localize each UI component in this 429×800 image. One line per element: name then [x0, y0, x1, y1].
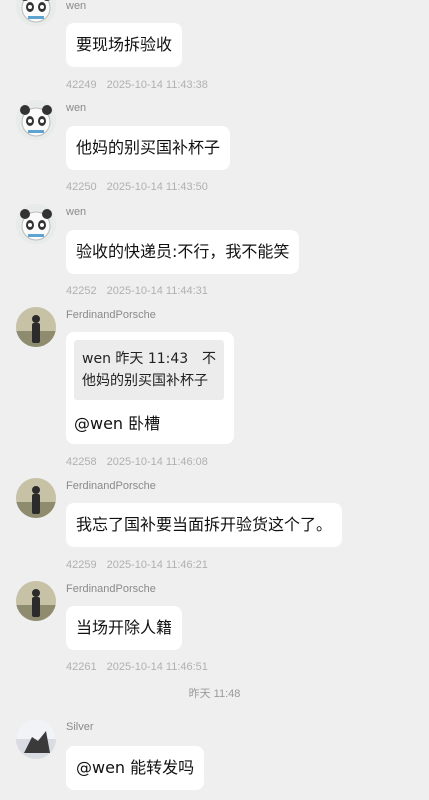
message-time: 2025-10-14 11:46:08	[106, 456, 208, 468]
message-time: 2025-10-14 11:43:50	[106, 181, 208, 193]
message-time: 2025-10-14 11:46:21	[106, 559, 208, 571]
time-separator: 昨天 11:48	[188, 688, 241, 700]
message-bubble[interactable]: @wen 能转发吗	[66, 746, 205, 790]
person-photo-avatar[interactable]	[16, 478, 56, 518]
sender-name: Silver	[66, 721, 94, 733]
message-time: 2025-10-14 11:46:51	[106, 661, 208, 673]
message-bubble[interactable]: 当场开除人籍	[66, 606, 183, 650]
sender-name: wen	[66, 206, 87, 218]
message-meta: 42258 2025-10-14 11:46:08	[66, 456, 208, 468]
sender-name: wen	[66, 0, 87, 12]
message-meta: 42252 2025-10-14 11:44:31	[66, 285, 208, 297]
message-id: 42258	[66, 456, 97, 468]
message-bubble[interactable]: 验收的快递员:不行，我不能笑	[66, 230, 300, 274]
message-id: 42261	[66, 661, 97, 673]
panda-avatar-icon[interactable]	[16, 100, 56, 140]
message-id: 42259	[66, 559, 97, 571]
message-id: 42252	[66, 285, 97, 297]
chat-view: wen 要现场拆验收 42249 2025-10-14 11:43:38 wen …	[0, 0, 429, 800]
panda-avatar-icon[interactable]	[16, 204, 56, 244]
quoted-trail: 不	[202, 351, 216, 367]
quoted-author-time: wen 昨天 11:43	[82, 351, 189, 367]
person-photo-avatar[interactable]	[16, 581, 56, 621]
message-bubble[interactable]: 我忘了国补要当面拆开验货这个了。	[66, 503, 343, 547]
message-meta: 42261 2025-10-14 11:46:51	[66, 661, 208, 673]
sender-name: FerdinandPorsche	[66, 309, 156, 321]
person-photo-avatar[interactable]	[16, 307, 56, 347]
message-bubble[interactable]: 他妈的别买国补杯子	[66, 126, 231, 170]
sender-name: FerdinandPorsche	[66, 583, 156, 595]
message-id: 42249	[66, 79, 97, 91]
quoted-text: 他妈的别买国补杯子	[82, 373, 208, 389]
reply-text: @wen 卧槽	[74, 414, 161, 433]
message-time: 2025-10-14 11:43:38	[106, 79, 208, 91]
quoted-message[interactable]: wen 昨天 11:43 不 他妈的别买国补杯子	[74, 340, 224, 400]
message-meta: 42249 2025-10-14 11:43:38	[66, 79, 208, 91]
sender-name: wen	[66, 102, 87, 114]
message-meta: 42259 2025-10-14 11:46:21	[66, 559, 208, 571]
message-id: 42250	[66, 181, 97, 193]
panda-avatar-icon[interactable]	[16, 0, 56, 26]
message-bubble[interactable]: wen 昨天 11:43 不 他妈的别买国补杯子 @wen 卧槽	[66, 332, 234, 444]
silhouette-photo-avatar[interactable]	[16, 719, 56, 759]
message-meta: 42250 2025-10-14 11:43:50	[66, 181, 208, 193]
message-time: 2025-10-14 11:44:31	[106, 285, 208, 297]
message-bubble[interactable]: 要现场拆验收	[66, 23, 183, 67]
sender-name: FerdinandPorsche	[66, 480, 156, 492]
